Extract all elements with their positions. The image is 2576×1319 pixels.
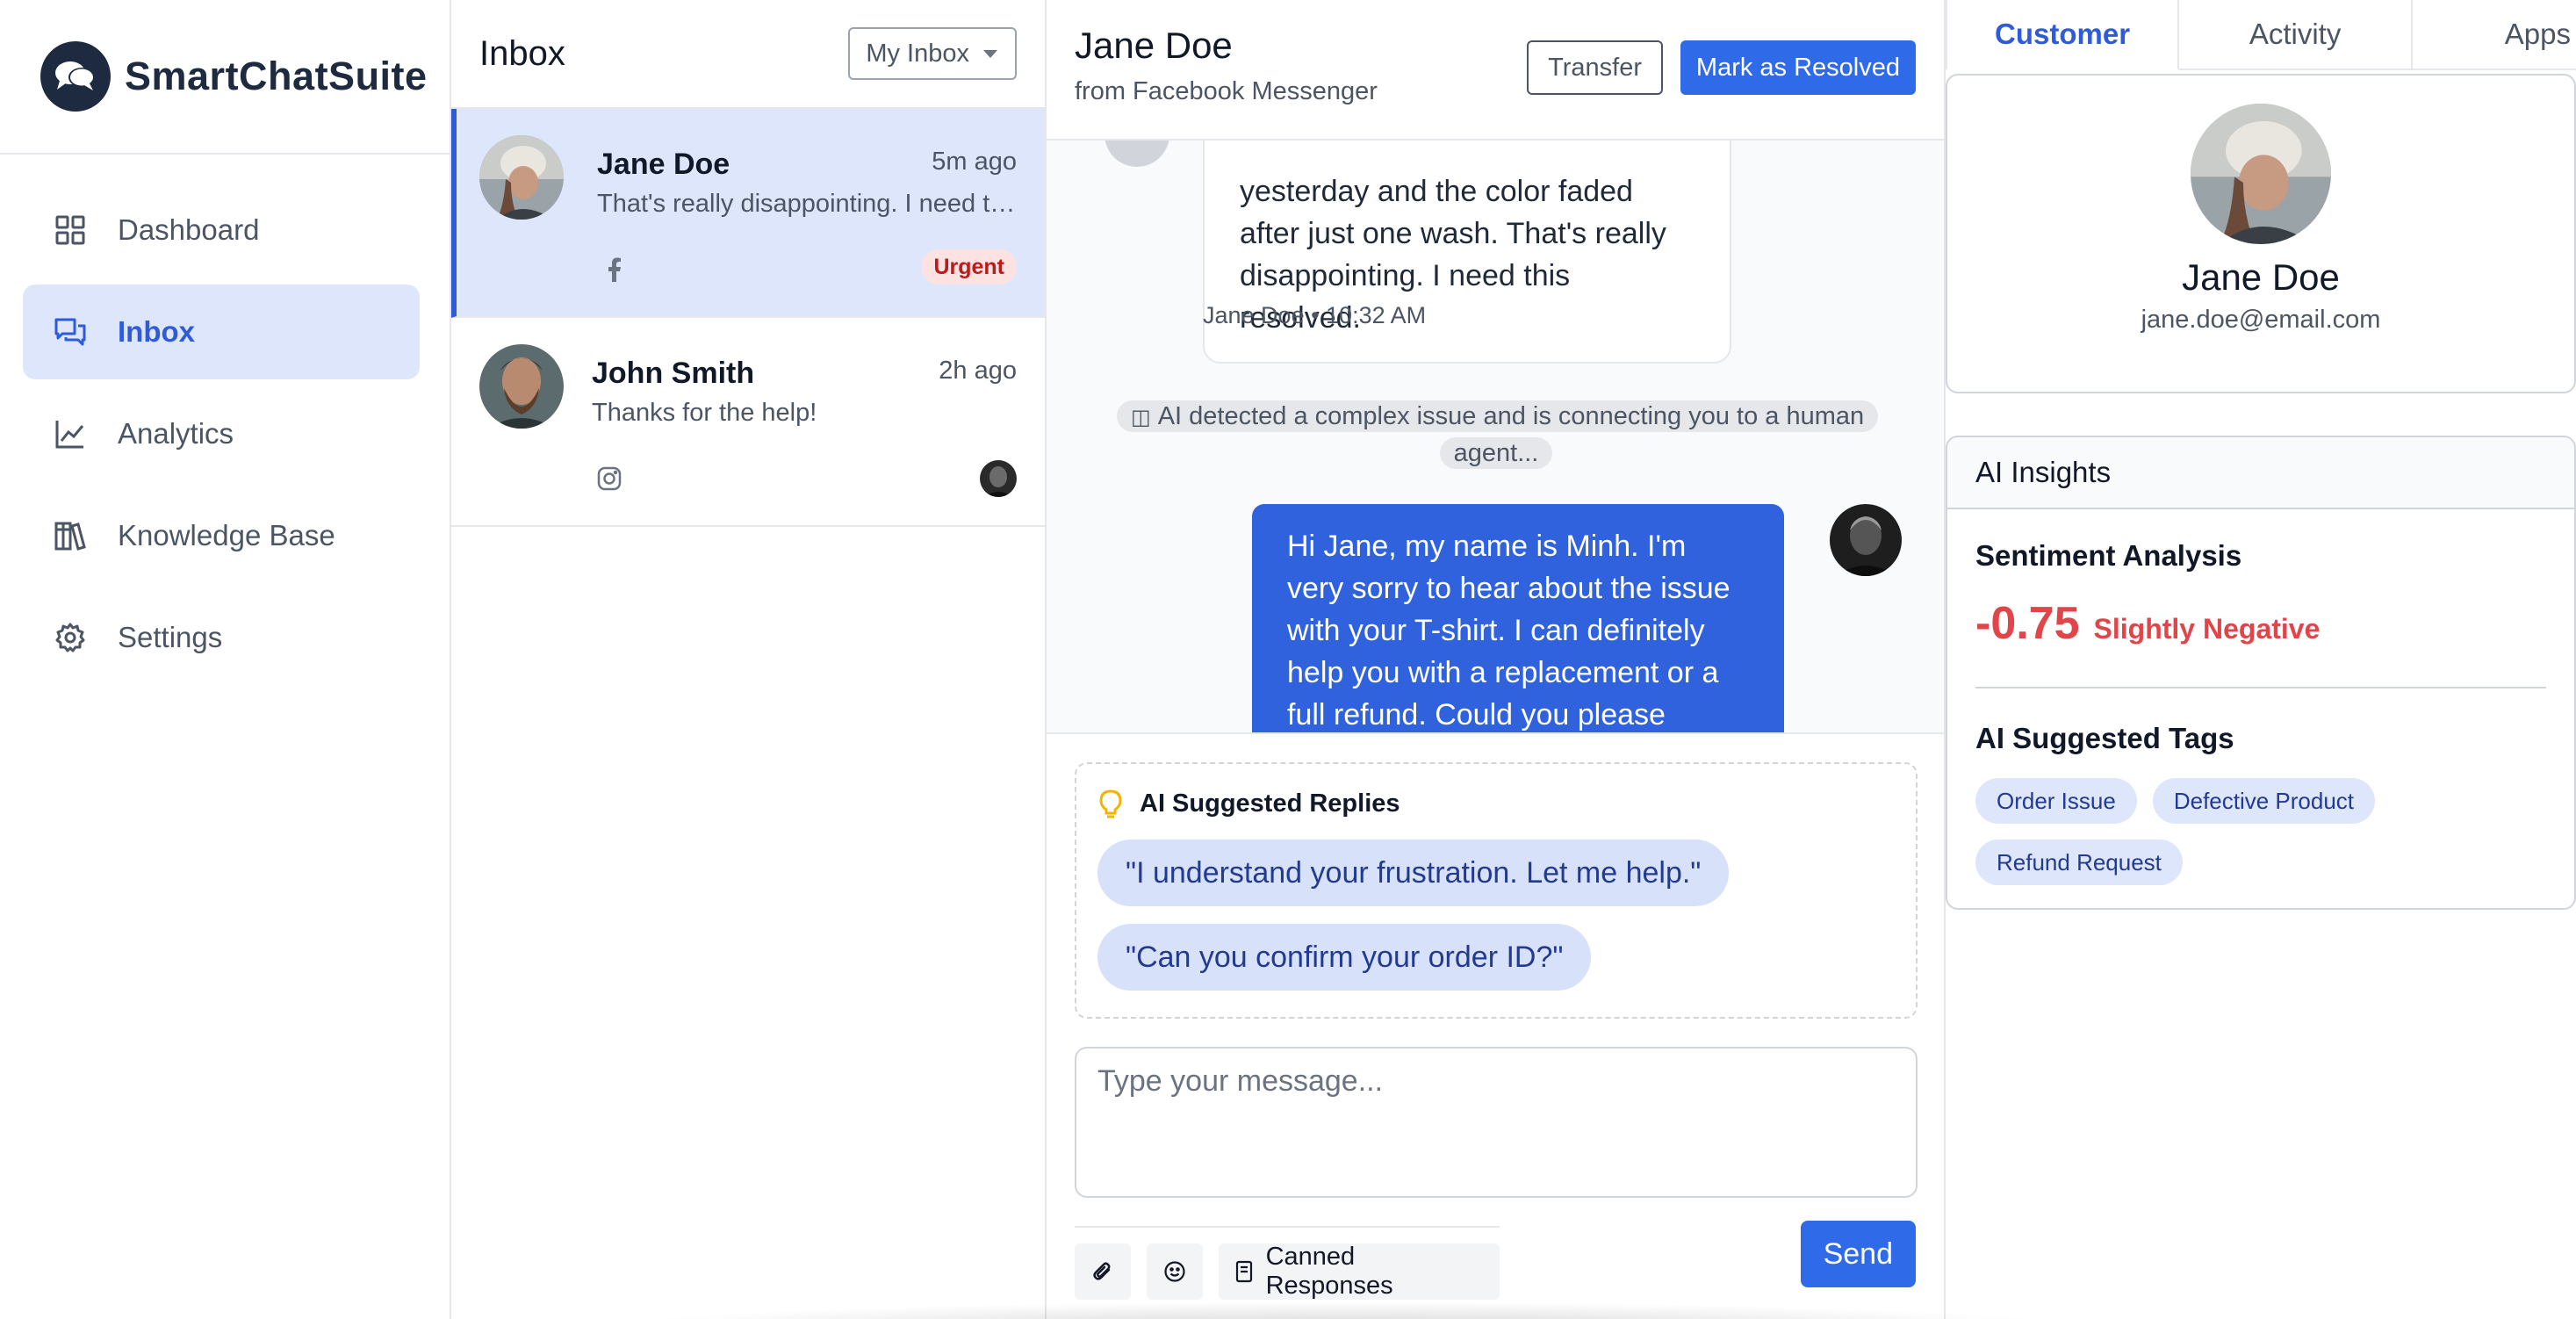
conversation-item-jane-doe[interactable]: Jane Doe 5m ago That's really disappoint… [451,109,1045,318]
suggested-replies-title: AI Suggested Replies [1140,789,1400,818]
message-thread[interactable]: yesterday and the color faded after just… [1047,141,1944,734]
conversation-list: Inbox My Inbox Jane Doe 5m ago That's re… [451,0,1047,1319]
sentiment-score: -0.75 [1975,598,2080,649]
avatar [479,135,564,220]
message-input[interactable] [1097,1064,1895,1180]
chat-logo-icon [40,41,111,112]
send-button[interactable]: Send [1800,1221,1916,1287]
conversation-preview: That's really disappointing. I need this… [597,190,1017,218]
nav-label: Dashboard [118,213,260,246]
inbox-title: Inbox [479,33,565,73]
details-panel: Customer Activity Apps Jane Doe jane.doe… [1946,0,2576,1319]
outgoing-message: Hi Jane, my name is Minh. I'm very sorry… [1252,504,1784,732]
system-notice-text: AI detected a complex issue and is conne… [1157,402,1865,467]
instagram-icon [592,461,627,496]
nav-item-analytics[interactable]: Analytics [23,386,420,481]
suggested-replies-header: AI Suggested Replies [1097,789,1895,818]
grid-icon [53,213,88,248]
composer-toolbar: Canned Responses [1075,1226,1500,1300]
gear-icon [53,620,88,655]
transfer-button[interactable]: Transfer [1527,40,1663,95]
paperclip-icon [1091,1260,1114,1283]
attach-button[interactable] [1075,1243,1131,1300]
customer-profile-card: Jane Doe jane.doe@email.com [1946,74,2576,393]
caret-down-icon [983,49,997,58]
inbox-filter-dropdown[interactable]: My Inbox [848,27,1017,80]
assigned-agent-avatar [980,460,1017,497]
urgent-badge: Urgent [921,249,1017,285]
document-icon [1233,1260,1256,1283]
books-icon [53,518,88,553]
conversation-name: John Smith [592,357,755,390]
canned-responses-label: Canned Responses [1265,1243,1393,1300]
inbox-header: Inbox My Inbox [451,0,1045,109]
main-sidebar: SmartChatSuite Dashboard Inbox Analytics [0,0,451,1319]
conversation-preview: Thanks for the help! [592,399,817,427]
nav-label: Inbox [118,315,195,348]
conversation-time: 2h ago [939,357,1017,385]
line-chart-icon [53,416,88,451]
divider [1975,687,2546,688]
chat-header: Jane Doe from Facebook Messenger Transfe… [1047,0,1944,141]
customer-email: jane.doe@email.com [2141,306,2381,334]
suggested-tags-title: AI Suggested Tags [1975,722,2234,754]
conversation-item-john-smith[interactable]: John Smith 2h ago Thanks for the help! [451,318,1045,527]
nav-item-inbox[interactable]: Inbox [23,285,420,379]
tab-customer[interactable]: Customer [1946,0,2180,70]
ai-insights-title: AI Insights [1947,437,2574,509]
conversation-name: Jane Doe [597,148,730,181]
message-composer[interactable] [1075,1047,1918,1198]
customer-avatar [2191,104,2331,244]
message-meta: Jane Doe • 10:32 AM [1203,302,1427,328]
tag-chip[interactable]: Order Issue [1975,778,2137,824]
suggested-tags: Order Issue Defective Product Refund Req… [1975,778,2432,885]
sentiment-title: Sentiment Analysis [1975,539,2242,572]
lightbulb-icon [1097,789,1124,818]
nav-item-knowledge-base[interactable]: Knowledge Base [23,488,420,583]
brand[interactable]: SmartChatSuite [0,0,450,155]
app-name: SmartChatSuite [125,54,428,98]
robot-icon: ◫ [1131,406,1151,429]
nav-item-dashboard[interactable]: Dashboard [23,183,420,277]
nav-label: Analytics [118,417,234,450]
customer-name: Jane Doe [2182,256,2340,298]
suggested-reply-chip[interactable]: "Can you confirm your order ID?" [1097,924,1592,991]
conversation-time: 5m ago [932,148,1017,176]
chat-bubbles-icon [53,314,88,350]
ai-insights-card: AI Insights Sentiment Analysis -0.75 Sli… [1946,436,2576,910]
customer-message-avatar [1105,141,1169,167]
incoming-message: yesterday and the color faded after just… [1203,141,1731,364]
facebook-icon [597,252,632,287]
nav-label: Knowledge Base [118,519,335,551]
sentiment-label: Slightly Negative [2093,613,2321,645]
tab-activity[interactable]: Activity [2179,0,2414,68]
mark-as-resolved-button[interactable]: Mark as Resolved [1680,40,1916,95]
avatar [479,344,564,429]
nav-item-settings[interactable]: Settings [23,590,420,685]
emoji-button[interactable] [1147,1243,1203,1300]
nav-label: Settings [118,621,223,653]
inbox-filter-value: My Inbox [866,39,969,68]
chat-panel: Jane Doe from Facebook Messenger Transfe… [1047,0,1946,1319]
tag-chip[interactable]: Defective Product [2152,778,2376,824]
ai-suggested-replies: AI Suggested Replies "I understand your … [1075,762,1918,1019]
tag-chip[interactable]: Refund Request [1975,840,2183,885]
tab-apps[interactable]: Apps [2413,0,2576,68]
system-notice: ◫ AI detected a complex issue and is conn… [1117,399,1879,472]
canned-responses-button[interactable]: Canned Responses [1219,1243,1500,1300]
suggested-reply-chip[interactable]: "I understand your frustration. Let me h… [1097,840,1730,906]
details-tabs: Customer Activity Apps [1946,0,2576,70]
agent-avatar [1830,504,1902,576]
smiley-icon [1163,1260,1186,1283]
